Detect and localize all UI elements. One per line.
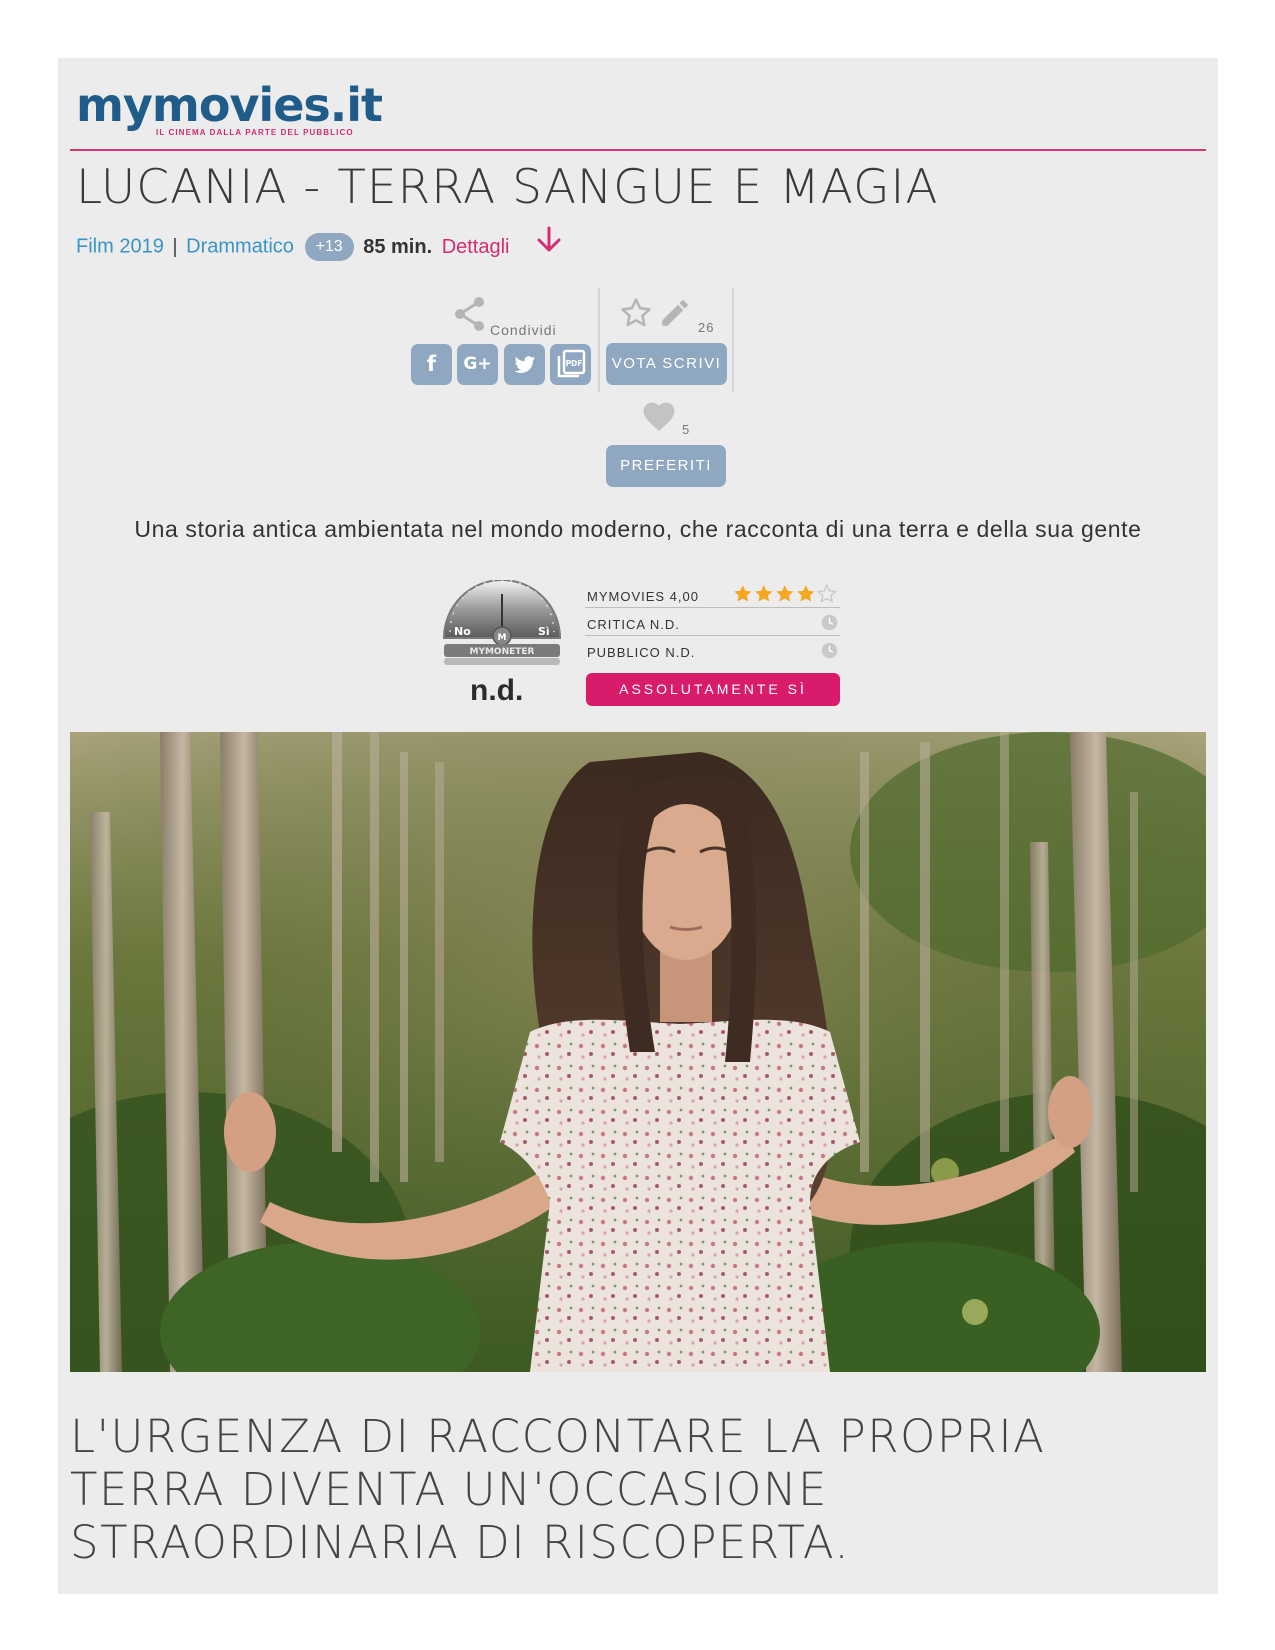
pencil-icon: [662, 300, 688, 326]
pdf-icon: PDF: [557, 349, 585, 378]
film-still-image: [70, 732, 1206, 1372]
film-genre-link[interactable]: Drammatico: [186, 236, 294, 258]
rating-row-mymovies: MYMOVIES 4,00: [585, 580, 840, 608]
twitter-share-button[interactable]: [504, 344, 545, 385]
film-duration: 85 min.: [363, 235, 433, 258]
film-year-link[interactable]: Film 2019: [76, 236, 164, 258]
clock-icon: [821, 642, 838, 659]
logo-tagline: IL CINEMA DALLA PARTE DEL PUBBLICO: [156, 128, 354, 137]
favorites-button[interactable]: PREFERITI: [606, 445, 726, 487]
vote-write-button[interactable]: VOTA SCRIVI: [606, 343, 727, 385]
rating-row-critica: CRITICA N.D.: [585, 608, 840, 636]
header-divider: [70, 149, 1206, 151]
pdf-download-button[interactable]: PDF: [550, 344, 591, 385]
rating-star-icon: [797, 585, 815, 602]
mymoneter-gauge: M No Sì MYMONETER: [442, 580, 562, 665]
rating-stars: [734, 583, 837, 603]
svg-text:M: M: [498, 633, 507, 643]
vote-count: 26: [698, 320, 715, 335]
google-plus-share-button[interactable]: G+: [457, 344, 498, 385]
film-tagline: Una storia antica ambientata nel mondo m…: [134, 516, 1142, 542]
mymoneter-value: n.d.: [470, 674, 524, 707]
details-link[interactable]: Dettagli: [442, 236, 510, 258]
action-divider-left: [598, 288, 600, 392]
meter-brand: MYMONETER: [470, 647, 535, 657]
clock-icon: [821, 614, 838, 631]
ratings-table: MYMOVIES 4,00 CRITICA N.D. PUBBLICO N.D.: [585, 580, 840, 663]
share-icon: [455, 297, 484, 331]
action-divider-right: [732, 288, 734, 392]
rating-row-pubblico: PUBBLICO N.D.: [585, 636, 840, 663]
verdict-button[interactable]: ASSOLUTAMENTE SÌ: [586, 673, 840, 706]
meter-no-label: No: [454, 625, 471, 638]
favorites-count: 5: [682, 422, 690, 437]
facebook-icon: f: [426, 352, 437, 376]
logo-wordmark: mymovies.it: [76, 78, 383, 132]
rating-star-icon: [816, 583, 837, 603]
article-page: mymovies.it IL CINEMA DALLA PARTE DEL PU…: [58, 58, 1218, 1594]
critica-rating-label: CRITICA N.D.: [587, 617, 680, 632]
arrow-down-icon[interactable]: [536, 226, 562, 254]
film-title: LUCANIA - TERRA SANGUE E MAGIA: [76, 160, 939, 215]
review-headline: L'URGENZA DI RACCONTARE LA PROPRIA TERRA…: [70, 1410, 1046, 1569]
meter-si-label: Sì: [538, 625, 550, 638]
rating-star-icon: [755, 585, 773, 602]
star-outline-icon: [621, 298, 651, 327]
mymovies-rating-label: MYMOVIES 4,00: [587, 589, 699, 604]
rating-star-icon: [734, 585, 752, 602]
twitter-icon: [513, 356, 535, 373]
rating-star-icon: [776, 585, 794, 602]
mymovies-logo[interactable]: mymovies.it IL CINEMA DALLA PARTE DEL PU…: [76, 80, 396, 140]
share-label: Condividi: [490, 322, 557, 338]
facebook-share-button[interactable]: f: [411, 344, 452, 385]
svg-text:PDF: PDF: [565, 359, 582, 368]
age-rating-badge: +13: [304, 233, 354, 261]
film-meta: Film 2019 | Drammatico +13 85 min. Detta…: [76, 233, 510, 267]
meta-separator: |: [172, 235, 178, 258]
pubblico-rating-label: PUBBLICO N.D.: [587, 645, 696, 660]
google-plus-icon: G+: [463, 354, 492, 374]
heart-icon[interactable]: [640, 398, 678, 432]
